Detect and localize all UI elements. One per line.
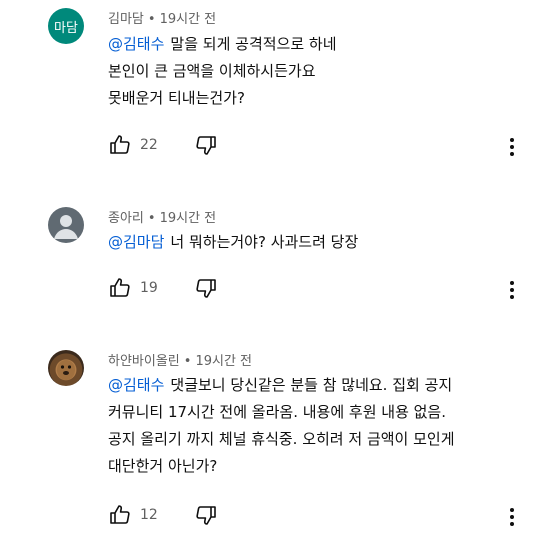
- comment-line: 말을 되게 공격적으로 하네: [170, 35, 337, 53]
- thumb-down-icon[interactable]: [194, 503, 218, 527]
- comment-line: 본인이 큰 금액을 이체하시든가요: [108, 62, 316, 80]
- thumb-up-icon[interactable]: [108, 503, 132, 527]
- avatar[interactable]: 마담: [48, 8, 84, 44]
- thumb-down-icon[interactable]: [194, 276, 218, 300]
- default-avatar-icon: [54, 215, 78, 239]
- comment-line: 너 뭐하는거야? 사과드려 당장: [170, 233, 359, 251]
- comment-author[interactable]: 하얀바이올린: [108, 354, 180, 369]
- dog-photo-icon: [57, 360, 75, 380]
- avatar-initials: 마담: [54, 20, 78, 36]
- like-count: 22: [140, 137, 158, 153]
- thumb-down-icon[interactable]: [194, 133, 218, 157]
- comment-author[interactable]: 종아리: [108, 211, 144, 226]
- thumb-up-icon[interactable]: [108, 133, 132, 157]
- comment-actions: 22: [108, 133, 218, 157]
- thumb-up-icon[interactable]: [108, 276, 132, 300]
- comment-actions: 19: [108, 276, 218, 300]
- mention-link[interactable]: @김태수: [108, 376, 164, 394]
- more-vertical-icon[interactable]: [500, 135, 524, 159]
- comment-time[interactable]: 19시간 전: [160, 12, 217, 27]
- mention-link[interactable]: @김태수: [108, 35, 164, 53]
- like-count: 12: [140, 507, 158, 523]
- comment-line: 대단한거 아닌가?: [108, 457, 218, 475]
- comment-meta: 하얀바이올린 • 19시간 전: [108, 350, 252, 369]
- meta-separator: •: [147, 12, 156, 27]
- comment-text: @김태수 댓글보니 당신같은 분들 참 많네요. 집회 공지 커뮤니티 17시간 …: [108, 372, 528, 480]
- comment-line: 공지 올리기 까지 체널 휴식중. 오히려 저 금액이 모인게: [108, 430, 455, 448]
- comment-meta: 종아리 • 19시간 전: [108, 207, 216, 226]
- more-vertical-icon[interactable]: [500, 278, 524, 302]
- avatar[interactable]: [48, 350, 84, 386]
- comment-line: 커뮤니티 17시간 전에 올라옴. 내용에 후원 내용 없음.: [108, 403, 447, 421]
- comment-time[interactable]: 19시간 전: [195, 354, 252, 369]
- comment-text: @김마담 너 뭐하는거야? 사과드려 당장: [108, 229, 508, 256]
- comment-text: @김태수 말을 되게 공격적으로 하네 본인이 큰 금액을 이체하시든가요 못배운…: [108, 31, 508, 112]
- meta-separator: •: [183, 354, 192, 369]
- comment-time[interactable]: 19시간 전: [160, 211, 217, 226]
- mention-link[interactable]: @김마담: [108, 233, 164, 251]
- comment-line: 댓글보니 당신같은 분들 참 많네요. 집회 공지: [170, 376, 453, 394]
- more-vertical-icon[interactable]: [500, 505, 524, 529]
- avatar[interactable]: [48, 207, 84, 243]
- comment-meta: 김마담 • 19시간 전: [108, 8, 216, 27]
- like-count: 19: [140, 280, 158, 296]
- comment-author[interactable]: 김마담: [108, 12, 144, 27]
- meta-separator: •: [147, 211, 156, 226]
- comment-actions: 12: [108, 503, 218, 527]
- comment-line: 못배운거 티내는건가?: [108, 89, 245, 107]
